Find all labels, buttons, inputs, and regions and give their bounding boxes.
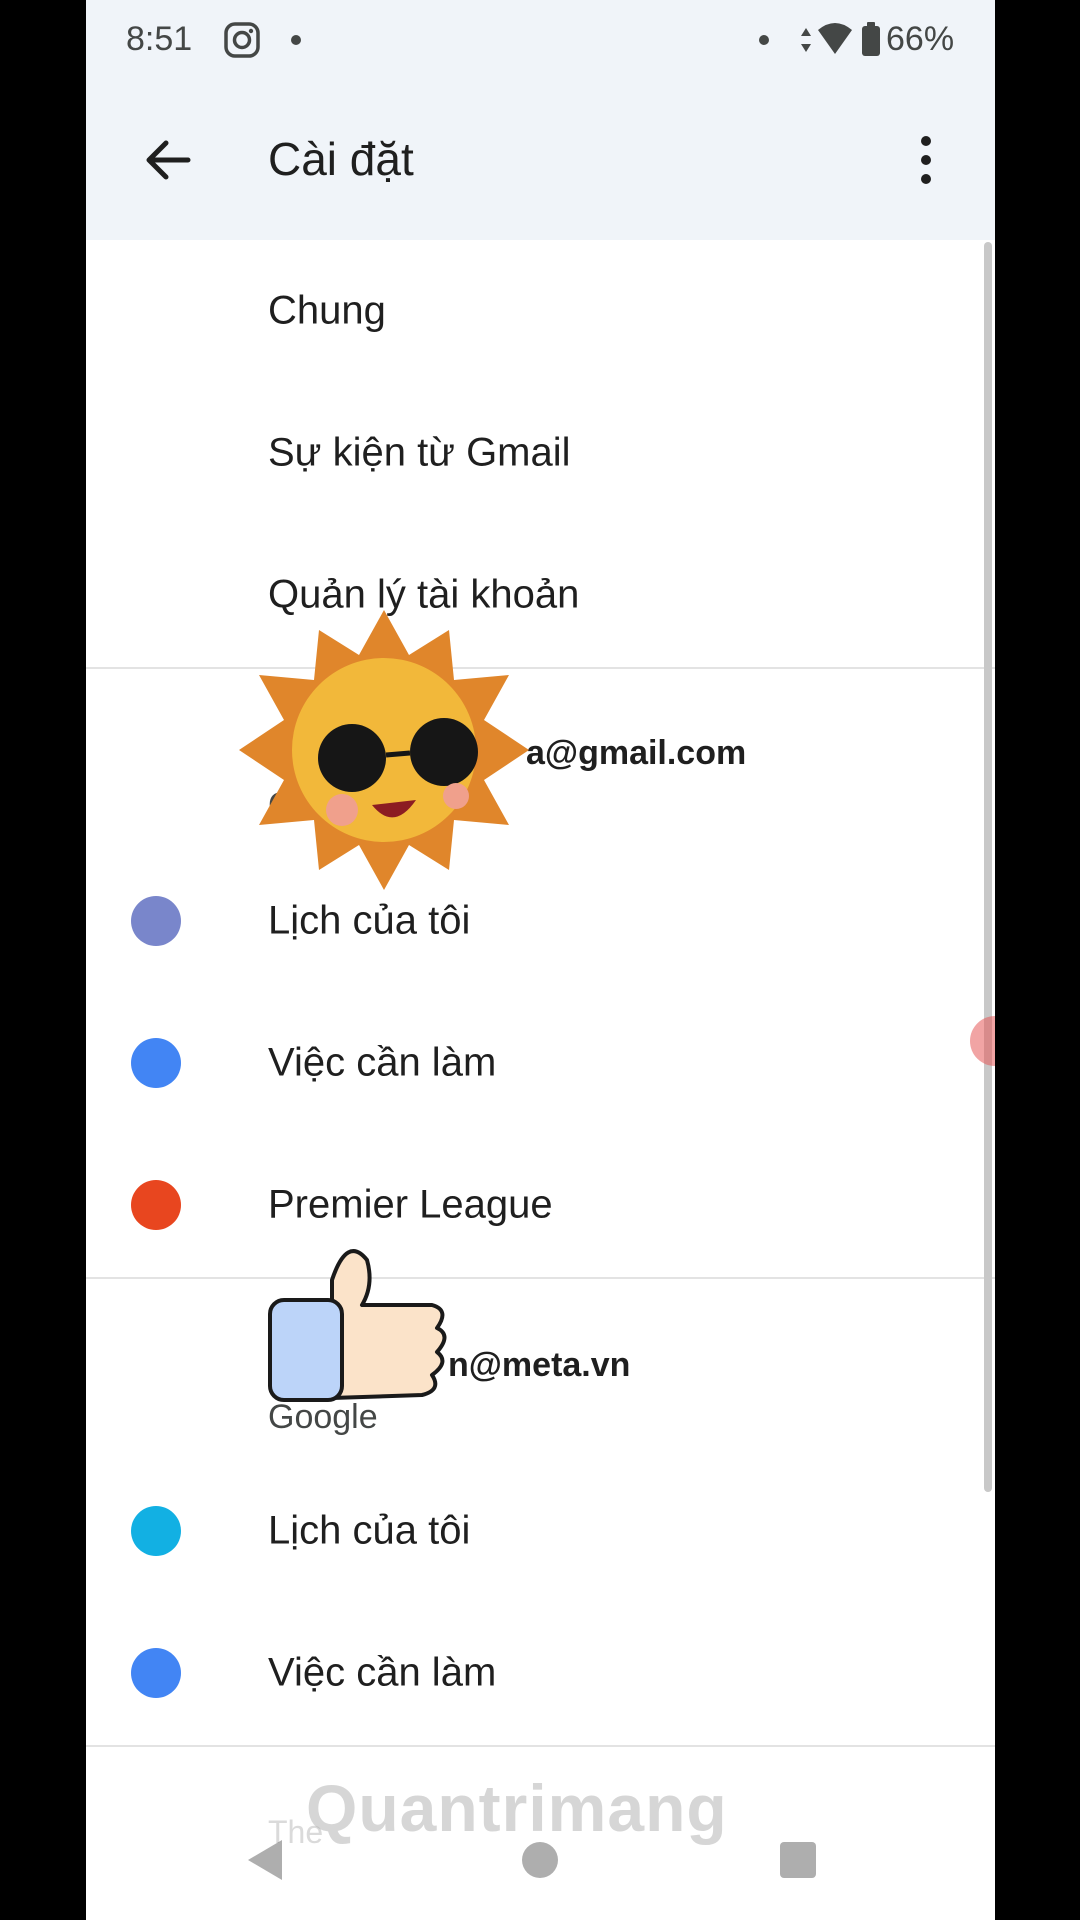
nav-back-icon — [248, 1840, 282, 1880]
scrollbar[interactable] — [984, 242, 992, 1492]
app-bar: 8:51 66% Cài đặt — [86, 0, 995, 240]
settings-item-label: Chung — [268, 288, 386, 333]
sun-sticker-icon — [234, 600, 534, 900]
back-button[interactable] — [136, 128, 200, 192]
nav-home-icon — [522, 1842, 558, 1878]
calendar-label: Lịch của tôi — [268, 1508, 471, 1553]
notification-dot-icon — [291, 35, 301, 45]
settings-item-label: Sự kiện từ Gmail — [268, 430, 571, 475]
calendar-label: Premier League — [268, 1182, 553, 1227]
instagram-icon — [222, 20, 262, 60]
account-email: a@gmail.com — [526, 734, 747, 772]
status-bar: 8:51 66% — [86, 0, 995, 80]
calendar-item[interactable]: Việc cần làm — [86, 1602, 995, 1744]
divider — [86, 1745, 995, 1747]
calendar-label: Việc cần làm — [268, 1040, 497, 1085]
data-arrows-icon — [801, 28, 811, 52]
calendar-item[interactable]: Premier League — [86, 1134, 995, 1276]
more-vert-icon — [921, 136, 931, 184]
calendar-color-dot — [131, 1038, 181, 1088]
settings-item-manage-accounts[interactable]: Quản lý tài khoản — [86, 524, 995, 666]
calendar-color-dot — [131, 896, 181, 946]
more-options-button[interactable] — [916, 134, 936, 186]
phone-screen: 8:51 66% Cài đặt Chung Sự kiện từ Gmail … — [86, 0, 995, 1920]
battery-icon — [862, 22, 880, 56]
status-time: 8:51 — [126, 20, 193, 58]
page-title: Cài đặt — [268, 133, 414, 185]
settings-item-gmail-events[interactable]: Sự kiện từ Gmail — [86, 382, 995, 524]
arrow-back-icon — [146, 140, 191, 180]
system-nav-bar — [86, 1790, 995, 1920]
notification-dot-icon — [759, 35, 769, 45]
account-email: n@meta.vn — [448, 1346, 631, 1384]
calendar-color-dot — [131, 1648, 181, 1698]
calendar-item[interactable]: Lịch của tôi — [86, 850, 995, 992]
calendar-label: Lịch của tôi — [268, 898, 471, 943]
calendar-label: Việc cần làm — [268, 1650, 497, 1695]
divider — [86, 1277, 995, 1279]
calendar-color-dot — [131, 1180, 181, 1230]
nav-recents-icon — [780, 1842, 816, 1878]
thumbs-up-sticker-icon — [262, 1240, 462, 1420]
calendar-item[interactable]: Lịch của tôi — [86, 1460, 995, 1602]
wifi-icon — [818, 23, 852, 54]
calendar-color-dot — [131, 1506, 181, 1556]
settings-item-general[interactable]: Chung — [86, 240, 995, 382]
settings-list: Chung Sự kiện từ Gmail Quản lý tài khoản… — [86, 240, 995, 1920]
calendar-item[interactable]: Việc cần làm — [86, 992, 995, 1134]
divider — [86, 667, 995, 669]
battery-percentage: 66% — [886, 20, 955, 58]
